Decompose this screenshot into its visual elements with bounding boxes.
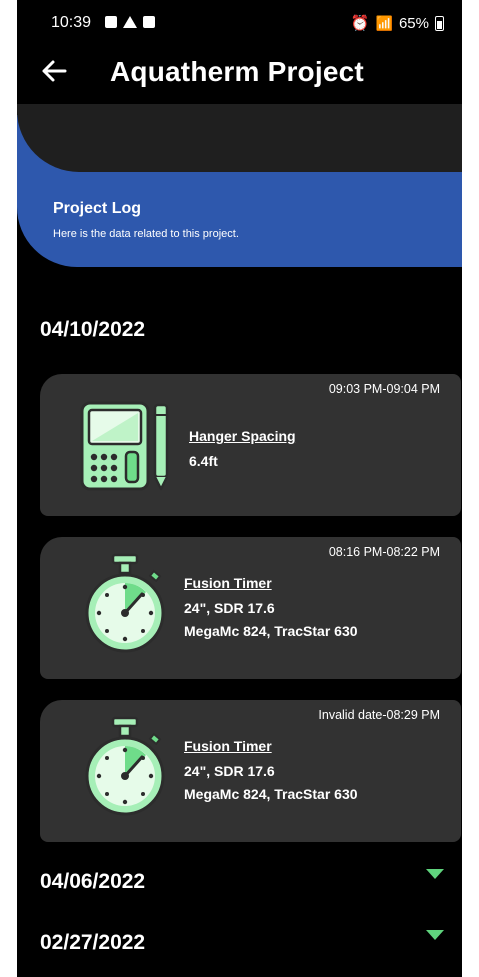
entry-machines: MegaMc 824, TracStar 630 [184, 623, 358, 639]
date-group-header[interactable]: 02/27/2022 [40, 931, 145, 955]
date-group-header[interactable]: 04/10/2022 [40, 318, 145, 342]
entry-machines: MegaMc 824, TracStar 630 [184, 786, 358, 802]
entry-time-range: Invalid date-08:29 PM [318, 708, 440, 722]
battery-icon [435, 15, 444, 31]
date-group-header[interactable]: 04/06/2022 [40, 870, 145, 894]
stopwatch-icon [85, 553, 165, 653]
log-entry-card[interactable]: 09:03 PM-09:04 PM Hanger Spacing 6.4ft [40, 374, 461, 516]
app-bar: Aquatherm Project [17, 44, 462, 104]
drive-notification-icon [123, 16, 137, 28]
entry-time-range: 09:03 PM-09:04 PM [328, 382, 440, 396]
status-bar: 10:39 ⏰ 📶 65% [17, 0, 462, 44]
log-entry-card[interactable]: Invalid date-08:29 PM Fusion Timer 24", … [40, 700, 461, 842]
app-screen: 10:39 ⏰ 📶 65% Aquatherm Project Project … [17, 0, 462, 977]
image-notification-icon [143, 16, 155, 28]
camera-notification-icon [105, 16, 117, 28]
entry-tool-name: Hanger Spacing [189, 428, 296, 444]
banner-title: Project Log [53, 200, 142, 217]
stopwatch-icon [85, 716, 165, 816]
banner-subtitle: Here is the data related to this project… [53, 228, 239, 240]
notification-icons [105, 16, 155, 28]
wifi-signal-icon: 📶 [375, 14, 393, 31]
header-curve [17, 104, 462, 172]
page-title: Aquatherm Project [110, 56, 364, 87]
expand-caret-icon[interactable] [426, 930, 444, 940]
status-time: 10:39 [51, 14, 92, 31]
entry-pipe-size: 24", SDR 17.6 [184, 763, 275, 779]
alarm-icon: ⏰ [350, 15, 370, 32]
arrow-left-icon[interactable] [39, 56, 69, 86]
log-entry-card[interactable]: 08:16 PM-08:22 PM Fusion Timer 24", SDR … [40, 537, 461, 679]
battery-percent: 65% [398, 14, 429, 32]
entry-value: 6.4ft [189, 453, 218, 469]
expand-caret-icon[interactable] [426, 869, 444, 879]
entry-tool-name: Fusion Timer [184, 738, 272, 754]
system-icons: ⏰ 📶 65% [351, 14, 444, 32]
entry-time-range: 08:16 PM-08:22 PM [328, 545, 440, 559]
calculator-icon [80, 401, 169, 491]
entry-pipe-size: 24", SDR 17.6 [184, 600, 275, 616]
entry-tool-name: Fusion Timer [184, 575, 272, 591]
